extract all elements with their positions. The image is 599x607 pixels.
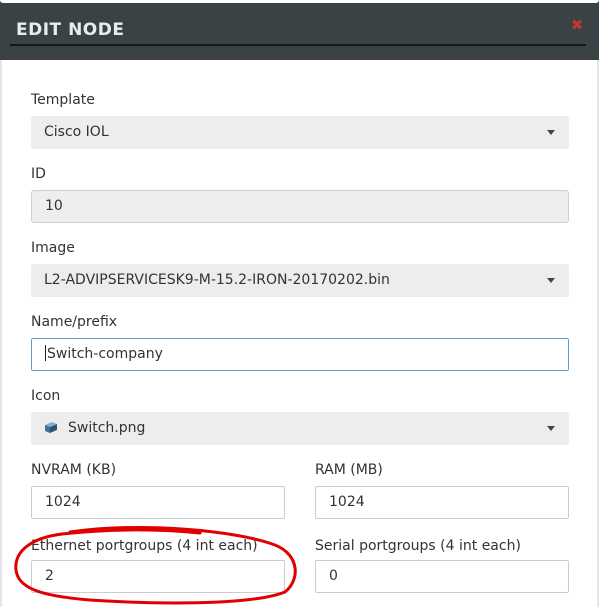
template-select[interactable]: Cisco IOL (31, 116, 569, 149)
id-label: ID (31, 166, 46, 182)
dialog-header: EDIT NODE ✖ (0, 0, 599, 60)
serial-portgroups-label: Serial portgroups (4 int each) (315, 538, 521, 554)
id-value: 10 (45, 198, 63, 214)
nvram-value: 1024 (45, 494, 81, 510)
header-top-edge (0, 0, 599, 3)
switch-icon (44, 414, 58, 433)
ethernet-portgroups-input[interactable]: 2 (31, 560, 285, 593)
id-field: 10 (31, 190, 569, 223)
ram-label: RAM (MB) (315, 462, 383, 478)
header-divider (10, 44, 586, 46)
edit-node-dialog: EDIT NODE ✖ Template Cisco IOL ID 10 Ima… (0, 0, 599, 607)
text-cursor (45, 345, 46, 361)
chevron-down-icon (547, 426, 555, 431)
ram-value: 1024 (329, 494, 365, 510)
dialog-border-left (0, 60, 2, 607)
name-prefix-input[interactable]: Switch-company (31, 338, 569, 371)
nvram-label: NVRAM (KB) (31, 462, 117, 478)
ethernet-portgroups-value: 2 (45, 568, 54, 584)
serial-portgroups-input[interactable]: 0 (315, 560, 569, 593)
chevron-down-icon (547, 278, 555, 283)
image-select-value: L2-ADVIPSERVICESK9-M-15.2-IRON-20170202.… (44, 272, 390, 288)
icon-select[interactable]: Switch.png (31, 412, 569, 445)
template-label: Template (31, 92, 95, 108)
icon-select-value: Switch.png (68, 420, 146, 436)
template-select-value: Cisco IOL (44, 124, 109, 140)
dialog-title: EDIT NODE (16, 20, 125, 40)
image-label: Image (31, 240, 75, 256)
chevron-down-icon (547, 130, 555, 135)
nvram-input[interactable]: 1024 (31, 486, 285, 519)
serial-portgroups-value: 0 (329, 568, 338, 584)
close-icon[interactable]: ✖ (568, 17, 586, 35)
icon-label: Icon (31, 388, 61, 404)
name-prefix-value: Switch-company (47, 346, 163, 362)
ram-input[interactable]: 1024 (315, 486, 569, 519)
name-prefix-label: Name/prefix (31, 314, 118, 330)
ethernet-portgroups-label: Ethernet portgroups (4 int each) (31, 538, 258, 554)
image-select[interactable]: L2-ADVIPSERVICESK9-M-15.2-IRON-20170202.… (31, 264, 569, 297)
